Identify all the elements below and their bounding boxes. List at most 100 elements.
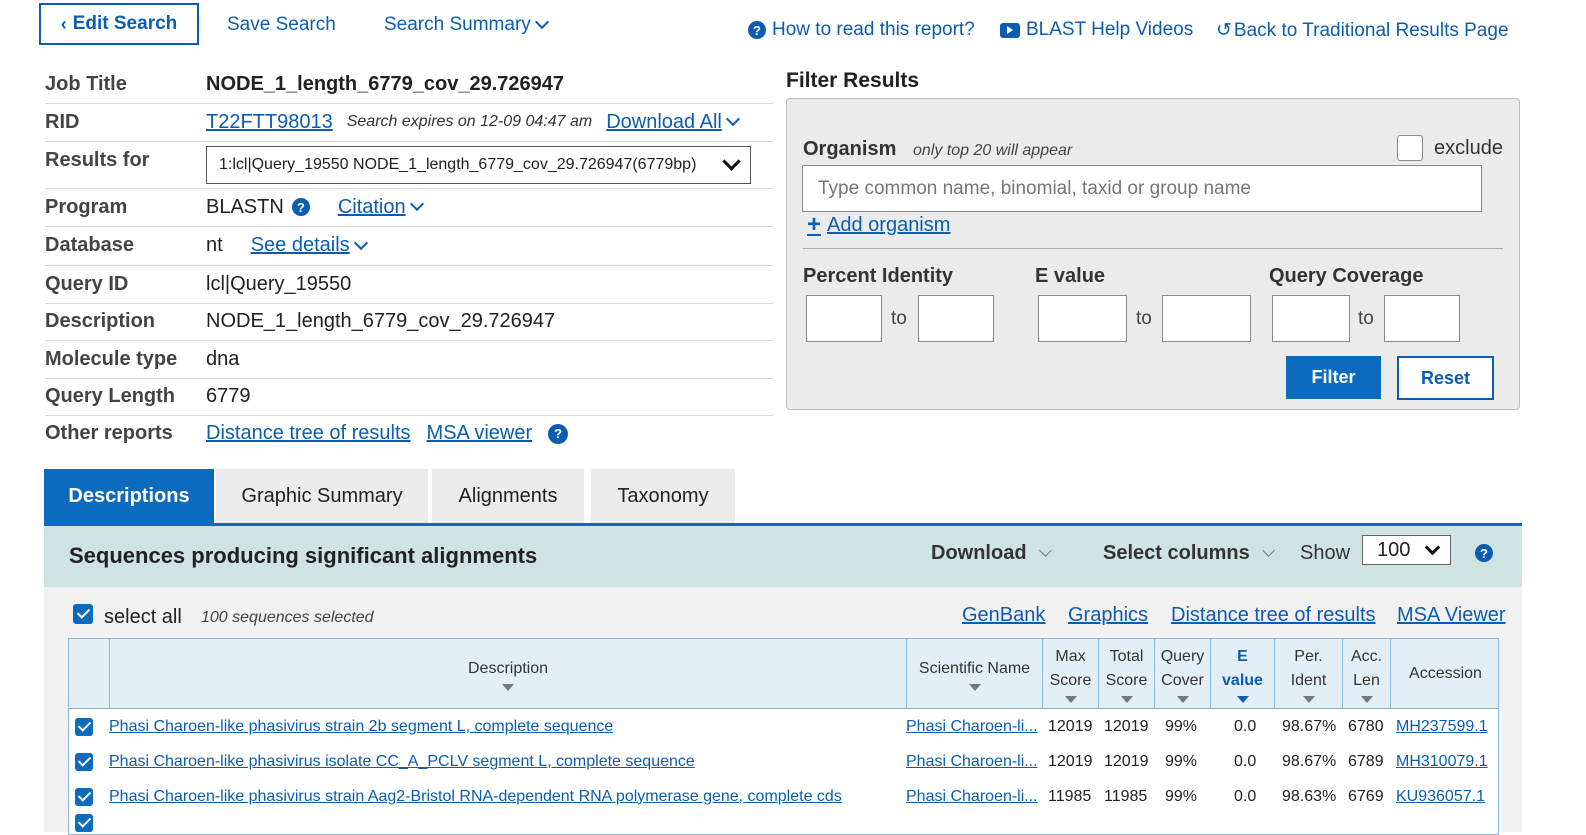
exclude-checkbox[interactable]	[1397, 135, 1423, 161]
row-accession-link[interactable]: KU936057.1	[1396, 779, 1485, 814]
th-e-value-label-2: value	[1222, 671, 1263, 689]
see-details-dropdown[interactable]: See details	[251, 234, 368, 257]
e-value-max-input[interactable]	[1162, 295, 1251, 342]
how-to-read-link[interactable]: ? How to read this report?	[748, 19, 975, 41]
download-all-dropdown[interactable]: Download All	[606, 110, 740, 134]
edit-search-button[interactable]: ‹ Edit Search	[39, 3, 199, 45]
query-coverage-max-input[interactable]	[1384, 295, 1460, 342]
e-value-min-input[interactable]	[1038, 295, 1127, 342]
select-columns-dropdown[interactable]: Select columns	[1103, 542, 1275, 565]
th-acc-len[interactable]: Acc. Len	[1342, 639, 1390, 708]
query-length-row: Query Length 6779	[45, 378, 773, 416]
to-label: to	[891, 308, 907, 329]
th-scientific-name-label: Scientific Name	[918, 659, 1031, 677]
tab-graphic-summary[interactable]: Graphic Summary	[216, 469, 428, 523]
add-organism-link[interactable]: + Add organism	[807, 211, 950, 239]
row-scientific-name-link[interactable]: Phasi Charoen-li...	[906, 779, 1038, 814]
query-length-value: 6779	[206, 385, 251, 407]
msa-viewer-link[interactable]: MSA viewer	[427, 422, 533, 445]
percent-identity-max-input[interactable]	[918, 295, 994, 342]
tab-descriptions[interactable]: Descriptions	[44, 469, 214, 523]
row-checkbox[interactable]	[75, 717, 93, 736]
genbank-link[interactable]: GenBank	[962, 604, 1045, 627]
results-for-select[interactable]: 1:lcl|Query_19550 NODE_1_length_6779_cov…	[206, 145, 751, 184]
results-heading: Sequences producing significant alignmen…	[69, 543, 538, 568]
row-description-link[interactable]: Phasi Charoen-like phasivirus strain Aag…	[109, 779, 899, 814]
th-e-value[interactable]: E value	[1210, 639, 1274, 708]
th-total-score[interactable]: Total Score	[1098, 639, 1154, 708]
job-title-value: NODE_1_length_6779_cov_29.726947	[206, 73, 565, 95]
help-videos-link[interactable]: BLAST Help Videos	[1000, 19, 1193, 41]
rid-row: RID T22FTT98013 Search expires on 12-09 …	[45, 103, 773, 142]
th-accession[interactable]: Accession	[1390, 639, 1500, 708]
download-all-label: Download All	[606, 110, 722, 133]
sort-arrow-icon	[1120, 695, 1133, 703]
molecule-type-row: Molecule type dna	[45, 340, 773, 379]
row-e-value: 0.0	[1234, 787, 1257, 805]
tab-taxonomy[interactable]: Taxonomy	[591, 469, 735, 523]
row-scientific-name-link[interactable]: Phasi Charoen-li...	[906, 709, 1038, 744]
select-columns-label: Select columns	[1103, 542, 1250, 564]
row-checkbox[interactable]	[75, 787, 93, 806]
query-coverage-min-input[interactable]	[1272, 295, 1350, 342]
row-max-score: 11985	[1048, 787, 1092, 805]
row-scientific-name-link[interactable]: Phasi Charoen-li...	[906, 744, 1038, 779]
select-all-label: select all	[104, 606, 182, 628]
organism-label: Organism	[803, 138, 897, 160]
reset-button[interactable]: Reset	[1397, 356, 1494, 400]
row-accession-link[interactable]: MH310079.1	[1396, 744, 1488, 779]
th-per-ident[interactable]: Per. Ident	[1274, 639, 1342, 708]
tab-alignments[interactable]: Alignments	[432, 469, 584, 523]
search-summary-dropdown[interactable]: Search Summary	[384, 14, 549, 36]
row-checkbox[interactable]	[75, 814, 93, 832]
citation-dropdown[interactable]: Citation	[338, 196, 424, 219]
rid-link[interactable]: T22FTT98013	[206, 111, 333, 134]
percent-identity-min-input[interactable]	[806, 295, 882, 342]
exclude-label: exclude	[1434, 137, 1503, 159]
th-description[interactable]: Description	[109, 639, 906, 708]
row-description-link[interactable]: Phasi Charoen-like phasivirus isolate CC…	[109, 744, 899, 779]
row-description-link[interactable]: Phasi Charoen-like phasivirus strain 2b …	[109, 709, 899, 744]
organism-input[interactable]: Type common name, binomial, taxid or gro…	[802, 165, 1482, 212]
sort-arrow-icon	[502, 683, 514, 691]
sort-arrow-icon	[1302, 695, 1315, 703]
row-accession-link[interactable]: MH237599.1	[1396, 709, 1488, 744]
filter-button[interactable]: Filter	[1286, 356, 1381, 399]
back-traditional-link[interactable]: ↺ Back to Traditional Results Page	[1216, 19, 1509, 42]
graphics-link[interactable]: Graphics	[1068, 604, 1148, 627]
show-count-select[interactable]: 100	[1362, 535, 1451, 565]
th-query-cover-label-2: Cover	[1161, 671, 1204, 689]
row-per-ident: 98.67%	[1282, 752, 1337, 770]
filter-results-title: Filter Results	[786, 69, 920, 92]
row-acc-len: 6789	[1348, 752, 1384, 770]
help-icon[interactable]: ?	[548, 423, 569, 444]
distance-tree-link[interactable]: Distance tree of results	[1171, 604, 1376, 627]
help-icon[interactable]: ?	[1475, 544, 1493, 562]
results-for-label: Results for	[45, 149, 150, 171]
th-scientific-name[interactable]: Scientific Name	[906, 639, 1042, 708]
chevron-down-icon	[1261, 544, 1275, 557]
download-dropdown[interactable]: Download	[931, 542, 1052, 565]
sort-arrow-icon	[1360, 695, 1373, 703]
th-max-score[interactable]: Max Score	[1042, 639, 1098, 708]
table-row: Phasi Charoen-like phasivirus strain Aag…	[69, 779, 1498, 814]
table-row: Phasi Charoen-like phasivirus isolate CC…	[69, 744, 1498, 779]
chevron-left-icon: ‹	[60, 13, 67, 34]
table-header-row: Description Scientific Name Max Score To…	[69, 639, 1498, 709]
msa-viewer-link[interactable]: MSA Viewer	[1397, 604, 1506, 627]
help-icon: ?	[748, 21, 766, 39]
th-query-cover[interactable]: Query Cover	[1154, 639, 1210, 708]
row-checkbox[interactable]	[75, 752, 93, 771]
save-search-link[interactable]: Save Search	[227, 14, 336, 36]
help-icon[interactable]: ?	[291, 198, 310, 216]
th-total-score-label: Total	[1109, 647, 1144, 665]
edit-search-label: Edit Search	[72, 13, 178, 34]
th-max-score-label-2: Score	[1049, 671, 1092, 689]
chevron-down-icon	[409, 196, 424, 212]
distance-tree-link[interactable]: Distance tree of results	[206, 422, 411, 445]
row-query-cover: 99%	[1165, 717, 1198, 735]
chevron-down-icon	[725, 111, 740, 127]
download-label: Download	[931, 542, 1027, 564]
select-all-checkbox[interactable]	[73, 604, 93, 624]
job-title-label: Job Title	[45, 73, 127, 95]
